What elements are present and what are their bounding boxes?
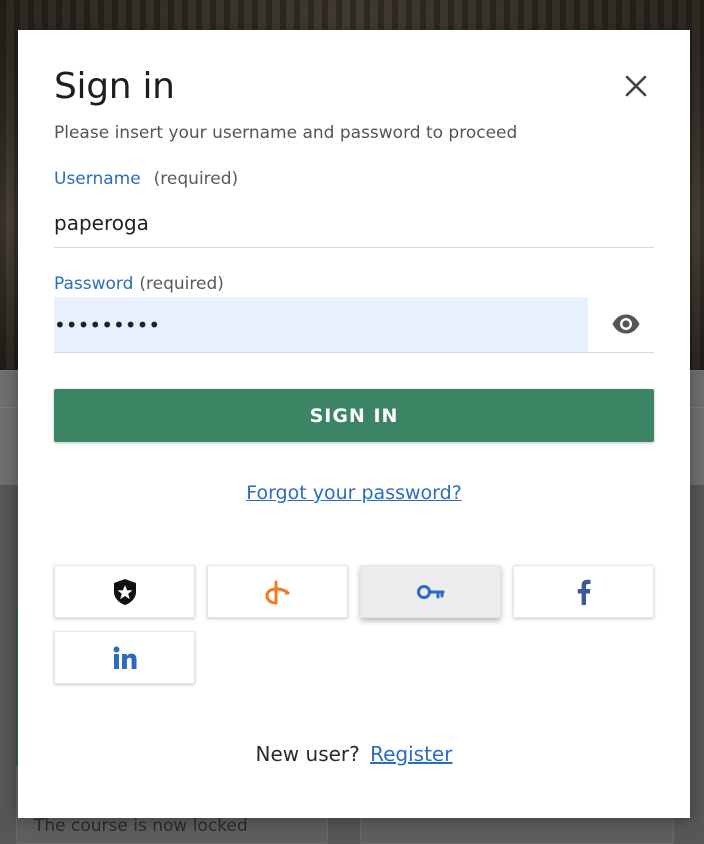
username-label: Username (required) [54,169,238,189]
linkedin-login-button[interactable] [54,631,195,684]
course-locked-notice: The course is now locked [34,816,248,836]
password-label-text: Password [54,274,134,294]
openid-connect-icon [264,580,290,604]
facebook-login-button[interactable] [513,565,654,618]
linkedin-icon [113,646,136,669]
close-button[interactable] [618,68,654,104]
passkey-login-button[interactable] [360,565,501,618]
username-input[interactable] [54,198,654,248]
eye-icon [612,314,640,334]
username-label-text: Username [54,169,141,189]
new-user-prompt: New user? [255,742,360,766]
register-row: New user? Register [18,742,690,766]
openid-connect-login-button[interactable] [207,565,348,618]
password-label: Password (required) [54,274,224,294]
forgot-password-link[interactable]: Forgot your password? [246,482,462,504]
show-password-button[interactable] [609,310,643,338]
close-icon [625,75,647,97]
key-icon [416,584,444,599]
password-input[interactable] [54,297,588,352]
forgot-password-row: Forgot your password? [18,482,690,504]
password-field [54,297,654,353]
username-required-hint: (required) [153,169,239,189]
sign-in-modal: Sign in Please insert your username and … [18,30,690,818]
auth0-icon [113,578,136,605]
facebook-icon [577,579,590,605]
modal-title: Sign in [54,66,175,107]
password-required-hint: (required) [139,274,224,294]
auth0-login-button[interactable] [54,565,195,618]
sign-in-button[interactable]: SIGN IN [54,389,654,442]
modal-subtitle: Please insert your username and password… [54,123,518,143]
register-link[interactable]: Register [370,742,452,766]
